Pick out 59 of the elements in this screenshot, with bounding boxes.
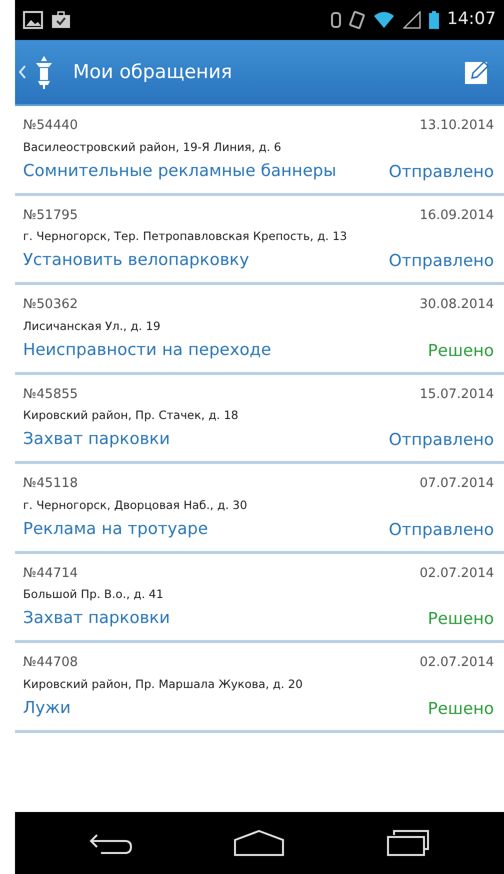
- request-status: Решено: [428, 698, 494, 720]
- request-address: Лисичанская Ул., д. 19: [23, 318, 162, 334]
- request-number: №51795: [23, 206, 78, 224]
- request-date: 16.09.2014: [420, 206, 494, 224]
- request-address: Василеостровский район, 19-Я Линия, д. 6: [23, 138, 282, 156]
- home-icon: [233, 830, 286, 856]
- request-item[interactable]: №50362 30.08.2014 Лисичанская Ул., д. 19 Неисправности на переходе Решено: [15, 285, 504, 374]
- request-subject: Реклама на тротуаре: [23, 518, 208, 540]
- screen-title: Мои обращения: [73, 60, 232, 85]
- request-date: 07.07.2014: [420, 475, 494, 493]
- rotate-icon: [349, 11, 365, 29]
- request-subject: Неисправности на переходе: [23, 338, 272, 360]
- request-number: №45855: [23, 386, 78, 404]
- request-number: №44714: [23, 564, 78, 582]
- image-icon: [23, 11, 43, 29]
- recent-apps-icon: [386, 830, 430, 856]
- request-number: №54440: [23, 117, 78, 135]
- request-address: Кировский район, Пр. Маршала Жукова, д. 20: [23, 676, 304, 692]
- request-status: Решено: [428, 340, 494, 362]
- edit-icon: [464, 59, 490, 85]
- request-item[interactable]: №44714 02.07.2014 Большой Пр. В.о., д. 41 Захват парковки Решено: [15, 554, 504, 643]
- request-date: 02.07.2014: [420, 654, 494, 672]
- battery-icon: [429, 11, 439, 29]
- request-item[interactable]: №51795 16.09.2014 г. Черногорск, Тер. Петропавловская Крепость, д. 13 Установить велопарковку Отправлено: [15, 196, 504, 285]
- request-item[interactable]: №45118 07.07.2014 г. Черногорск, Дворцовая Наб., д. 30 Реклама на тротуаре Отправлено: [15, 464, 504, 554]
- request-number: №50362: [23, 296, 78, 314]
- request-date: 30.08.2014: [420, 296, 494, 314]
- briefcase-check-icon: [51, 11, 71, 29]
- back-icon: [89, 832, 134, 855]
- request-status: Отправлено: [388, 250, 494, 272]
- request-item[interactable]: №54440 13.10.2014 Василеостровский район, 19-Я Линия, д. 6 Сомнительные рекламные баннеры Отправлено: [15, 106, 504, 196]
- back-icon: [19, 65, 27, 79]
- request-subject: Лужи: [23, 696, 71, 718]
- request-item[interactable]: №45855 15.07.2014 Кировский район, Пр. Стачек, д. 18 Захват парковки Отправлено: [15, 374, 504, 464]
- request-status: Отправлено: [388, 518, 494, 541]
- request-item[interactable]: №44708 02.07.2014 Кировский район, Пр. Маршала Жукова, д. 20 Лужи Решено: [15, 643, 504, 732]
- clock-time: 14:07: [447, 8, 496, 32]
- request-date: 15.07.2014: [420, 386, 494, 404]
- request-subject: Сомнительные рекламные баннеры: [23, 160, 336, 182]
- request-subject: Захват парковки: [23, 607, 170, 629]
- request-status: Отправлено: [388, 429, 494, 452]
- request-date: 13.10.2014: [420, 117, 494, 135]
- request-status: Отправлено: [388, 160, 494, 183]
- recent-apps-button[interactable]: [386, 830, 430, 856]
- request-address: Большой Пр. В.о., д. 41: [23, 586, 164, 603]
- request-date: 02.07.2014: [420, 564, 494, 582]
- home-button[interactable]: [233, 830, 286, 856]
- request-status: Решено: [428, 608, 494, 630]
- request-address: г. Черногорск, Дворцовая Наб., д. 30: [23, 496, 248, 514]
- request-subject: Установить велопарковку: [23, 249, 250, 271]
- new-request-button[interactable]: [464, 59, 490, 85]
- signal-icon: [403, 11, 421, 29]
- request-subject: Захват парковки: [23, 428, 170, 450]
- request-number: №45118: [23, 475, 78, 493]
- request-address: г. Черногорск, Тер. Петропавловская Крепость, д. 13: [23, 228, 348, 245]
- request-number: №44708: [23, 654, 78, 672]
- request-address: Кировский район, Пр. Стачек, д. 18: [23, 407, 240, 424]
- vibrate-icon: [331, 12, 341, 28]
- wifi-icon: [373, 11, 395, 29]
